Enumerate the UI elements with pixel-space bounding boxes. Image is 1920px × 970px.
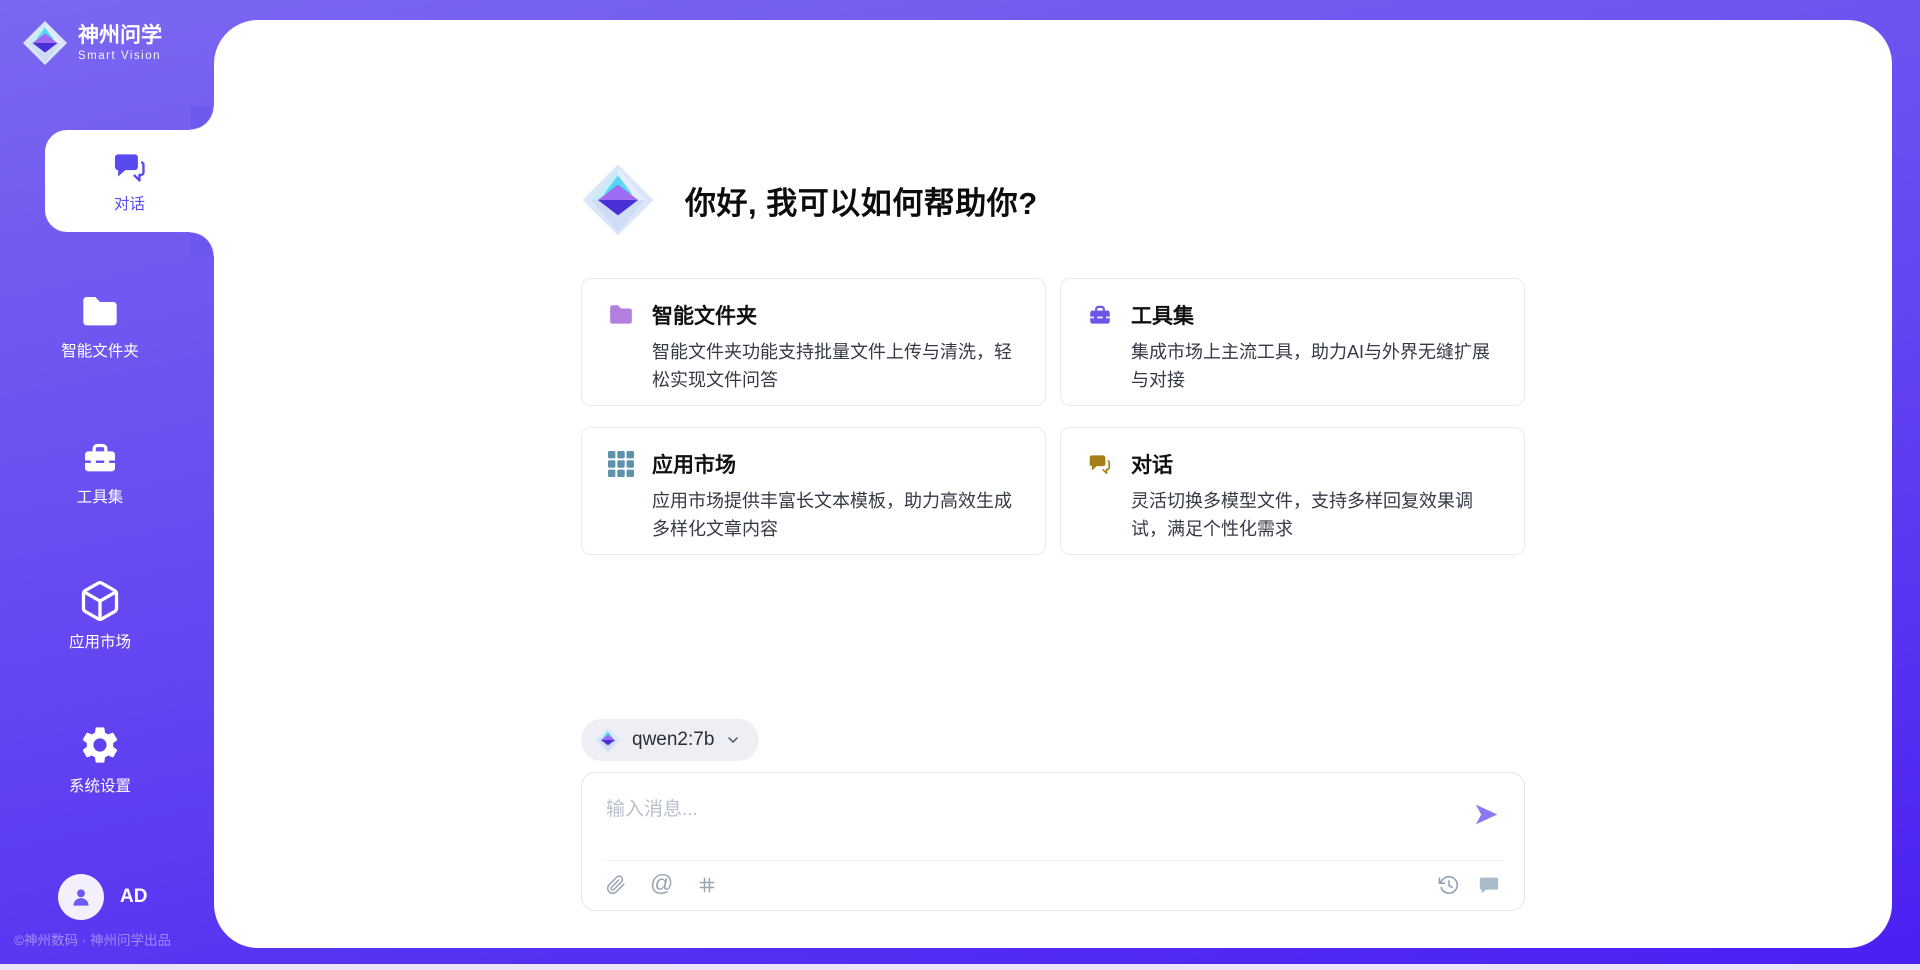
feature-card-toolset[interactable]: 工具集 集成市场上主流工具，助力AI与外界无缝扩展与对接 — [1060, 278, 1525, 406]
cube-icon — [78, 579, 122, 623]
sidebar-item-label: 对话 — [114, 192, 145, 214]
user-initials: AD — [120, 886, 147, 908]
active-tab-fillet-bottom — [190, 232, 214, 256]
user-avatar-icon — [68, 884, 94, 910]
sidebar-item-label: 工具集 — [77, 485, 124, 507]
greeting: 你好, 我可以如何帮助你? — [581, 163, 1525, 237]
bottom-strip — [0, 964, 1920, 970]
sidebar-item-toolset[interactable]: 工具集 — [20, 438, 180, 507]
diamond-logo-icon — [22, 20, 68, 66]
chat-bubbles-icon — [1087, 451, 1113, 477]
sidebar-item-app-market[interactable]: 应用市场 — [20, 579, 180, 652]
at-icon[interactable]: @ — [650, 872, 673, 895]
history-icon[interactable] — [1438, 874, 1460, 896]
card-title: 智能文件夹 — [652, 300, 757, 330]
card-description: 应用市场提供丰富长文本模板，助力高效生成多样化文章内容 — [652, 488, 1019, 544]
feature-cards: 智能文件夹 智能文件夹功能支持批量文件上传与清洗，轻松实现文件问答 工具集 集成… — [581, 278, 1525, 555]
copyright-footer: ©神州数码 · 神州问学出品 — [14, 929, 171, 949]
grid-icon — [608, 451, 634, 477]
card-title: 应用市场 — [652, 449, 736, 479]
diamond-logo-icon — [581, 163, 655, 237]
sidebar-item-settings[interactable]: 系统设置 — [20, 723, 180, 796]
model-selector[interactable]: qwen2:7b — [581, 719, 759, 761]
sidebar-item-label: 系统设置 — [69, 774, 131, 796]
sidebar-item-label: 智能文件夹 — [61, 339, 139, 361]
user-profile[interactable]: AD — [58, 874, 147, 920]
send-icon[interactable] — [1473, 801, 1500, 828]
toolbox-icon — [80, 438, 120, 478]
feature-card-chat[interactable]: 对话 灵活切换多模型文件，支持多样回复效果调试，满足个性化需求 — [1060, 427, 1525, 555]
brand-subtitle: Smart Vision — [78, 50, 162, 62]
model-name: qwen2:7b — [632, 729, 714, 751]
card-description: 灵活切换多模型文件，支持多样回复效果调试，满足个性化需求 — [1131, 488, 1498, 544]
card-description: 智能文件夹功能支持批量文件上传与清洗，轻松实现文件问答 — [652, 339, 1019, 395]
card-title: 对话 — [1131, 449, 1173, 479]
card-description: 集成市场上主流工具，助力AI与外界无缝扩展与对接 — [1131, 339, 1498, 395]
message-input[interactable] — [606, 793, 1436, 827]
avatar — [58, 874, 104, 920]
brand-name: 神州问学 — [78, 24, 162, 47]
feature-card-app-market[interactable]: 应用市场 应用市场提供丰富长文本模板，助力高效生成多样化文章内容 — [581, 427, 1046, 555]
sidebar-item-smart-folder[interactable]: 智能文件夹 — [20, 292, 180, 361]
card-title: 工具集 — [1131, 300, 1194, 330]
greeting-text: 你好, 我可以如何帮助你? — [685, 178, 1038, 223]
hash-icon[interactable] — [697, 875, 717, 895]
folder-icon — [608, 302, 634, 328]
comment-icon[interactable] — [1478, 874, 1500, 896]
diamond-logo-icon — [595, 727, 621, 753]
sidebar-item-label: 应用市场 — [69, 630, 131, 652]
sidebar: 神州问学 Smart Vision 对话 智能文件夹 工具集 应用市场 系统设置… — [0, 0, 214, 970]
message-composer: @ — [581, 772, 1525, 911]
sidebar-item-chat[interactable]: 对话 — [45, 130, 214, 232]
gear-icon — [78, 723, 122, 767]
folder-icon — [80, 292, 120, 332]
paperclip-icon[interactable] — [606, 875, 626, 895]
main-panel: 你好, 我可以如何帮助你? 智能文件夹 智能文件夹功能支持批量文件上传与清洗，轻… — [214, 20, 1892, 948]
feature-card-smart-folder[interactable]: 智能文件夹 智能文件夹功能支持批量文件上传与清洗，轻松实现文件问答 — [581, 278, 1046, 406]
chevron-down-icon — [725, 732, 741, 748]
chat-bubbles-icon — [111, 148, 149, 186]
brand: 神州问学 Smart Vision — [22, 20, 162, 66]
toolbox-icon — [1087, 302, 1113, 328]
composer-toolbar: @ — [606, 859, 1500, 910]
active-tab-fillet-top — [190, 106, 214, 130]
